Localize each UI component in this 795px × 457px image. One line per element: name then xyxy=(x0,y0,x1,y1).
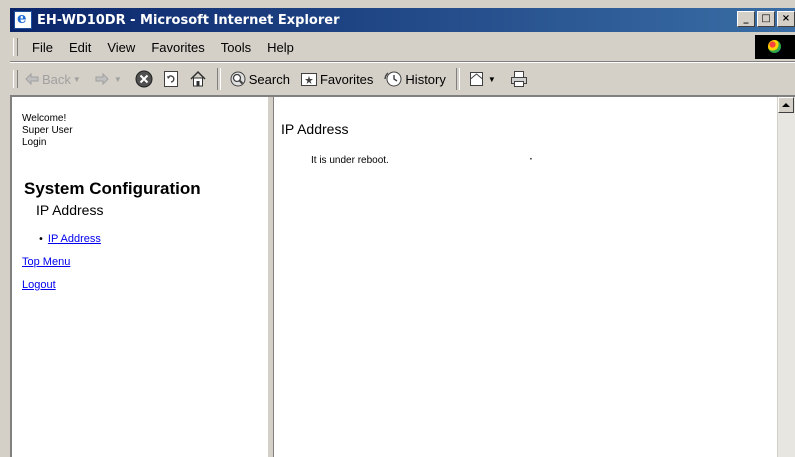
menu-view[interactable]: View xyxy=(99,40,143,55)
history-label: History xyxy=(405,71,446,87)
section-title: System Configuration xyxy=(24,179,201,198)
stop-icon xyxy=(135,70,153,88)
logout-item: Logout xyxy=(22,273,56,292)
search-icon xyxy=(230,71,246,87)
refresh-icon xyxy=(163,71,178,87)
windows-logo-icon xyxy=(755,35,795,59)
stray-dot: · xyxy=(529,152,533,166)
status-message: It is under reboot. xyxy=(311,155,389,166)
window-controls: _ □ × xyxy=(735,11,795,27)
search-button[interactable]: Search xyxy=(229,70,290,88)
forward-button[interactable]: ▼ xyxy=(94,72,125,86)
scroll-up-icon[interactable] xyxy=(778,97,794,113)
title-bar[interactable]: EH-WD10DR - Microsoft Internet Explorer … xyxy=(10,8,795,32)
toolbar-separator-2 xyxy=(455,68,460,90)
history-icon xyxy=(384,71,402,87)
browser-content: Welcome! Super User Login System Configu… xyxy=(10,95,795,457)
mail-dropdown-icon[interactable]: ▼ xyxy=(488,75,496,84)
minimize-button[interactable]: _ xyxy=(737,11,755,27)
nav-link-ip-address[interactable]: IP Address xyxy=(48,233,101,245)
home-icon xyxy=(190,70,206,87)
ie-page-icon xyxy=(14,9,32,29)
login-status: Login xyxy=(22,137,47,148)
welcome-block: Welcome! Super User Login xyxy=(22,113,73,149)
subsection-title: IP Address xyxy=(36,202,104,218)
menu-help[interactable]: Help xyxy=(259,40,302,55)
left-frame: Welcome! Super User Login System Configu… xyxy=(12,97,267,457)
menubar-grip[interactable] xyxy=(13,38,18,56)
back-label: Back xyxy=(42,71,71,87)
print-button[interactable] xyxy=(509,70,529,88)
close-button[interactable]: × xyxy=(777,11,795,27)
menu-file[interactable]: File xyxy=(24,40,61,55)
favorites-button[interactable]: Favorites xyxy=(300,71,373,87)
back-arrow-icon xyxy=(25,72,39,86)
bullet-icon: • xyxy=(38,234,44,245)
maximize-button[interactable]: □ xyxy=(757,11,775,27)
search-label: Search xyxy=(248,71,290,87)
menu-favorites[interactable]: Favorites xyxy=(143,40,212,55)
standard-toolbar: Back ▼ ▼ Search Favorites History ▼ xyxy=(10,62,795,96)
stop-button[interactable] xyxy=(135,70,153,88)
toolbar-separator xyxy=(216,68,221,90)
vertical-scrollbar[interactable] xyxy=(777,97,795,457)
right-frame: IP Address It is under reboot. · xyxy=(274,97,777,457)
top-menu-link[interactable]: Top Menu xyxy=(22,256,70,268)
menu-edit[interactable]: Edit xyxy=(61,40,99,55)
toolbar-grip[interactable] xyxy=(13,70,18,88)
user-name: Super User xyxy=(22,125,73,136)
favorites-label: Favorites xyxy=(319,71,374,87)
top-menu-item: Top Menu xyxy=(22,250,70,269)
ie-window: EH-WD10DR - Microsoft Internet Explorer … xyxy=(0,0,795,457)
mail-button[interactable]: ▼ xyxy=(468,70,499,88)
back-dropdown-icon[interactable]: ▼ xyxy=(73,75,81,84)
menu-bar: File Edit View Favorites Tools Help xyxy=(10,33,795,62)
forward-arrow-icon xyxy=(95,72,109,86)
print-icon xyxy=(510,71,527,87)
forward-dropdown-icon[interactable]: ▼ xyxy=(114,75,122,84)
history-button[interactable]: History xyxy=(383,70,446,88)
window-title: EH-WD10DR - Microsoft Internet Explorer xyxy=(37,12,340,28)
menu-tools[interactable]: Tools xyxy=(213,40,259,55)
favorites-icon xyxy=(300,73,317,86)
logout-link[interactable]: Logout xyxy=(22,279,56,291)
frame-splitter[interactable] xyxy=(267,97,274,457)
home-button[interactable] xyxy=(189,70,207,88)
back-button[interactable]: Back ▼ xyxy=(24,72,84,87)
mail-icon xyxy=(469,72,483,86)
page-title: IP Address xyxy=(281,121,349,137)
welcome-text: Welcome! xyxy=(22,113,67,124)
refresh-button[interactable] xyxy=(163,70,179,88)
nav-list: • IP Address xyxy=(38,227,101,246)
